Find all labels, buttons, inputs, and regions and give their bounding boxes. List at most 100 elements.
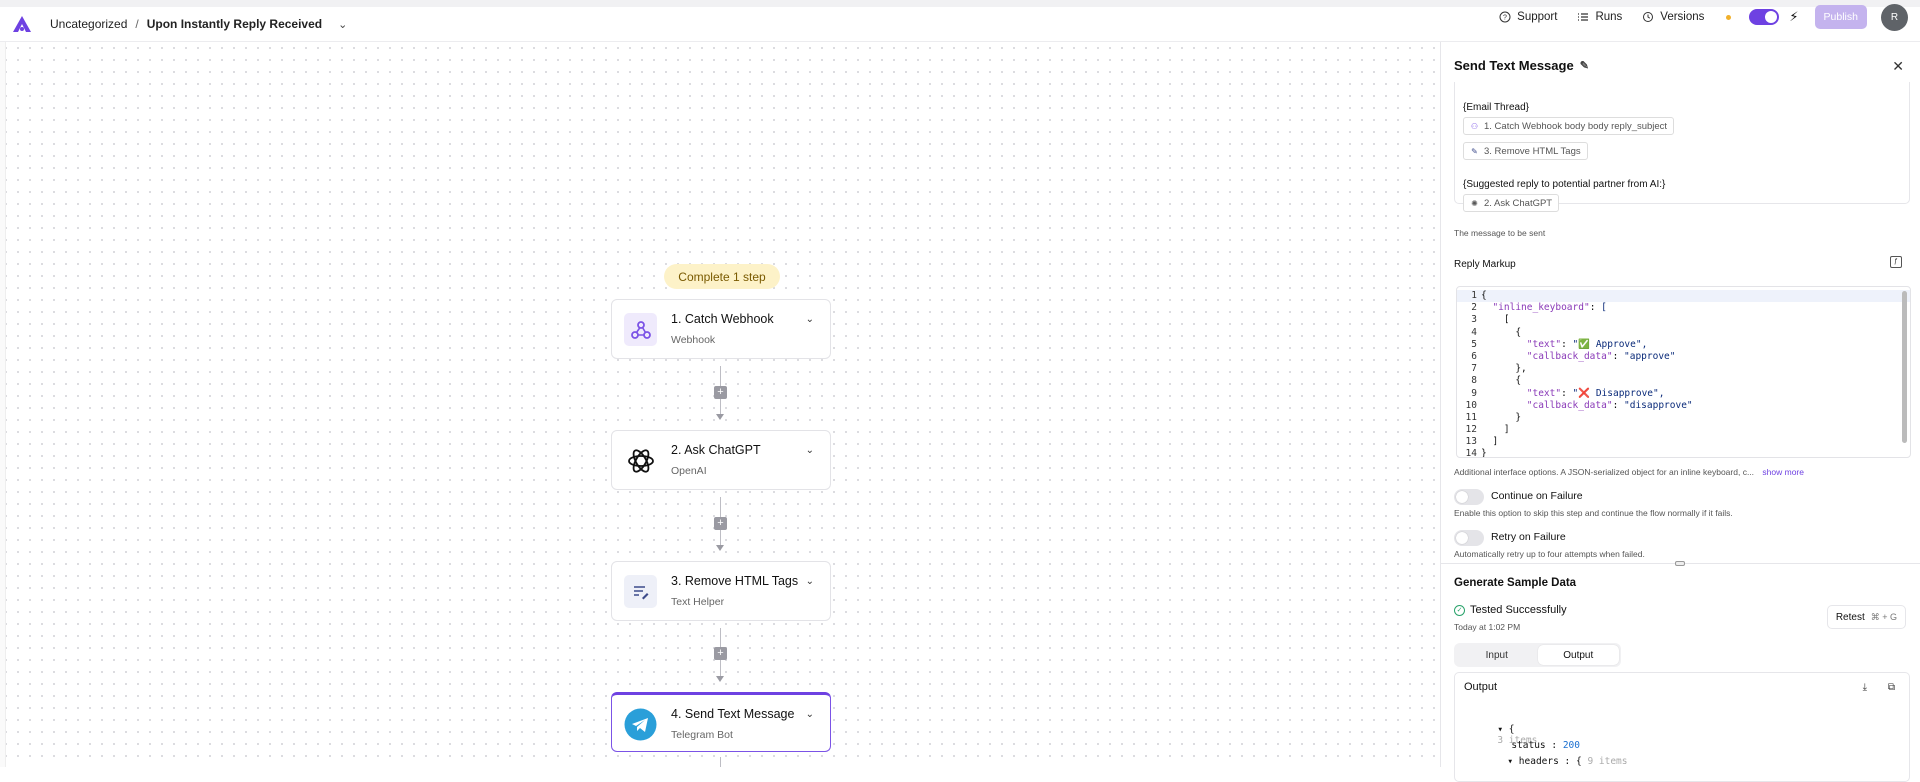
add-step-button[interactable]: +	[714, 386, 727, 399]
status-dot	[1726, 14, 1732, 20]
show-more-link[interactable]: show more	[1762, 467, 1804, 477]
step-card-send-text-message[interactable]: 4. Send Text Message Telegram Bot ⌄	[611, 692, 831, 752]
retest-shortcut: ⌘ + G	[1870, 611, 1897, 622]
code-line: 10 "callback_data": "disapprove"	[1457, 400, 1910, 412]
webhook-icon	[624, 313, 657, 346]
chevron-down-icon[interactable]: ⌄	[806, 445, 814, 456]
message-input[interactable]: {Email Thread} ⚇ 1. Catch Webhook body b…	[1454, 82, 1910, 212]
flow-name[interactable]: Upon Instantly Reply Received	[147, 17, 322, 31]
retry-on-failure-label: Retry on Failure	[1491, 531, 1566, 543]
code-text: {	[1481, 290, 1487, 301]
breadcrumb: Uncategorized / Upon Instantly Reply Rec…	[50, 17, 347, 31]
retry-on-failure-hint: Automatically retry up to four attempts …	[1454, 549, 1645, 559]
complete-steps-pill[interactable]: Complete 1 step	[664, 264, 780, 289]
json-headers[interactable]: ▾ headers : { 9 items	[1473, 745, 1627, 778]
check-circle-icon: ✓	[1454, 604, 1465, 616]
line-number: 12	[1465, 424, 1477, 436]
tested-status: ✓ Tested Successfully	[1454, 604, 1567, 616]
resize-handle[interactable]	[1675, 561, 1685, 566]
chevron-down-icon[interactable]: ⌄	[806, 576, 814, 587]
variable-chip[interactable]: ✎ 3. Remove HTML Tags	[1463, 142, 1588, 160]
code-text: }	[1481, 448, 1487, 458]
code-line: 14}	[1457, 448, 1910, 458]
continue-on-failure-toggle[interactable]	[1454, 489, 1484, 505]
editor-scrollbar[interactable]	[1902, 291, 1907, 443]
step-title: 3. Remove HTML Tags	[671, 574, 799, 588]
code-text: "inline_keyboard": [	[1492, 302, 1607, 314]
code-line: 11 }	[1457, 412, 1910, 424]
lightning-icon[interactable]: ⚡︎	[1789, 9, 1798, 25]
step-settings-panel: Send Text Message ✎ ✕ {Email Thread} ⚇ 1…	[1440, 42, 1920, 782]
support-button[interactable]: ? Support	[1499, 11, 1557, 23]
line-number: 10	[1465, 399, 1477, 411]
add-step-button[interactable]: +	[714, 647, 727, 660]
continue-on-failure-label: Continue on Failure	[1491, 490, 1583, 502]
chip-label: 1. Catch Webhook body body reply_subject	[1484, 120, 1668, 132]
step-subtitle: Text Helper	[671, 596, 725, 608]
formula-toggle-icon[interactable]: ƒ	[1890, 256, 1902, 268]
continue-on-failure-hint: Enable this option to skip this step and…	[1454, 508, 1733, 518]
flow-enable-toggle[interactable]	[1749, 9, 1780, 25]
step-card-remove-html-tags[interactable]: 3. Remove HTML Tags Text Helper ⌄	[611, 561, 831, 621]
publish-button[interactable]: Publish	[1814, 5, 1867, 29]
code-text: "text": "❌ Disapprove",	[1526, 387, 1665, 399]
chevron-down-icon[interactable]: ⌄	[806, 314, 814, 325]
arrow-down-icon	[716, 545, 724, 551]
retest-button[interactable]: Retest ⌘ + G	[1826, 605, 1906, 629]
variable-chip[interactable]: ✺ 2. Ask ChatGPT	[1463, 194, 1560, 212]
tested-label: Tested Successfully	[1470, 604, 1567, 616]
tested-time: Today at 1:02 PM	[1454, 622, 1521, 632]
code-line: 6 "callback_data": "approve"	[1457, 351, 1910, 363]
line-number: 9	[1471, 387, 1477, 399]
step-card-ask-chatgpt[interactable]: 2. Ask ChatGPT OpenAI ⌄	[611, 430, 831, 490]
breadcrumb-folder[interactable]: Uncategorized	[50, 17, 127, 31]
code-text: },	[1481, 363, 1527, 375]
output-viewer: Output ⤓ ⧉ ▾ { 3 items status : 200 ▾ he…	[1454, 672, 1910, 782]
avatar[interactable]: R	[1881, 3, 1908, 31]
input-output-tabs: Input Output	[1454, 643, 1621, 667]
step-card-catch-webhook[interactable]: 1. Catch Webhook Webhook ⌄	[611, 299, 831, 359]
arrow-down-icon	[716, 676, 724, 682]
code-line: 9 "text": "❌ Disapprove",	[1457, 388, 1910, 400]
message-hint: The message to be sent	[1454, 228, 1546, 238]
connector-line	[720, 628, 721, 648]
breadcrumb-separator: /	[135, 17, 139, 31]
retest-label: Retest	[1835, 611, 1865, 623]
versions-button[interactable]: Versions	[1642, 11, 1704, 23]
line-number: 7	[1471, 363, 1477, 375]
code-text: "callback_data": "approve"	[1526, 350, 1676, 362]
step-title: 2. Ask ChatGPT	[671, 443, 761, 457]
text-helper-icon	[624, 575, 657, 608]
download-icon[interactable]: ⤓	[1863, 682, 1867, 693]
retry-on-failure-toggle[interactable]	[1454, 530, 1484, 546]
list-icon	[1578, 13, 1589, 21]
runs-label: Runs	[1595, 11, 1623, 23]
line-number: 14	[1465, 448, 1477, 458]
message-text-suggested: {Suggested reply to potential partner fr…	[1463, 179, 1666, 190]
chevron-down-icon[interactable]: ⌄	[806, 709, 814, 720]
reply-markup-editor[interactable]: 1{2 "inline_keyboard": [3 [4 {5 "text": …	[1456, 286, 1911, 458]
code-line: 3 [	[1457, 314, 1910, 326]
variable-chip[interactable]: ⚇ 1. Catch Webhook body body reply_subje…	[1463, 117, 1675, 135]
copy-icon[interactable]: ⧉	[1888, 682, 1895, 693]
runs-button[interactable]: Runs	[1577, 11, 1622, 23]
reply-markup-hint: Additional interface options. A JSON-ser…	[1454, 467, 1804, 477]
edit-pencil-icon[interactable]: ✎	[1580, 59, 1589, 72]
message-text-email-thread: {Email Thread}	[1463, 102, 1529, 113]
close-icon[interactable]: ✕	[1892, 58, 1904, 75]
app-logo-icon[interactable]	[12, 14, 34, 34]
code-text: ]	[1481, 424, 1510, 436]
canvas-left-edge	[0, 42, 6, 767]
telegram-icon	[624, 708, 657, 741]
add-step-button[interactable]: +	[714, 517, 727, 530]
connector-line	[720, 497, 721, 517]
tab-output[interactable]: Output	[1537, 645, 1619, 665]
openai-icon	[624, 444, 657, 477]
code-text: }	[1481, 411, 1522, 423]
code-line: 5 "text": "✅ Approve",	[1457, 339, 1910, 351]
history-icon	[1643, 12, 1654, 22]
webhook-icon: ⚇	[1470, 121, 1479, 131]
chevron-down-icon[interactable]: ⌄	[338, 18, 347, 31]
tab-input[interactable]: Input	[1456, 645, 1538, 665]
line-number: 2	[1471, 302, 1477, 314]
